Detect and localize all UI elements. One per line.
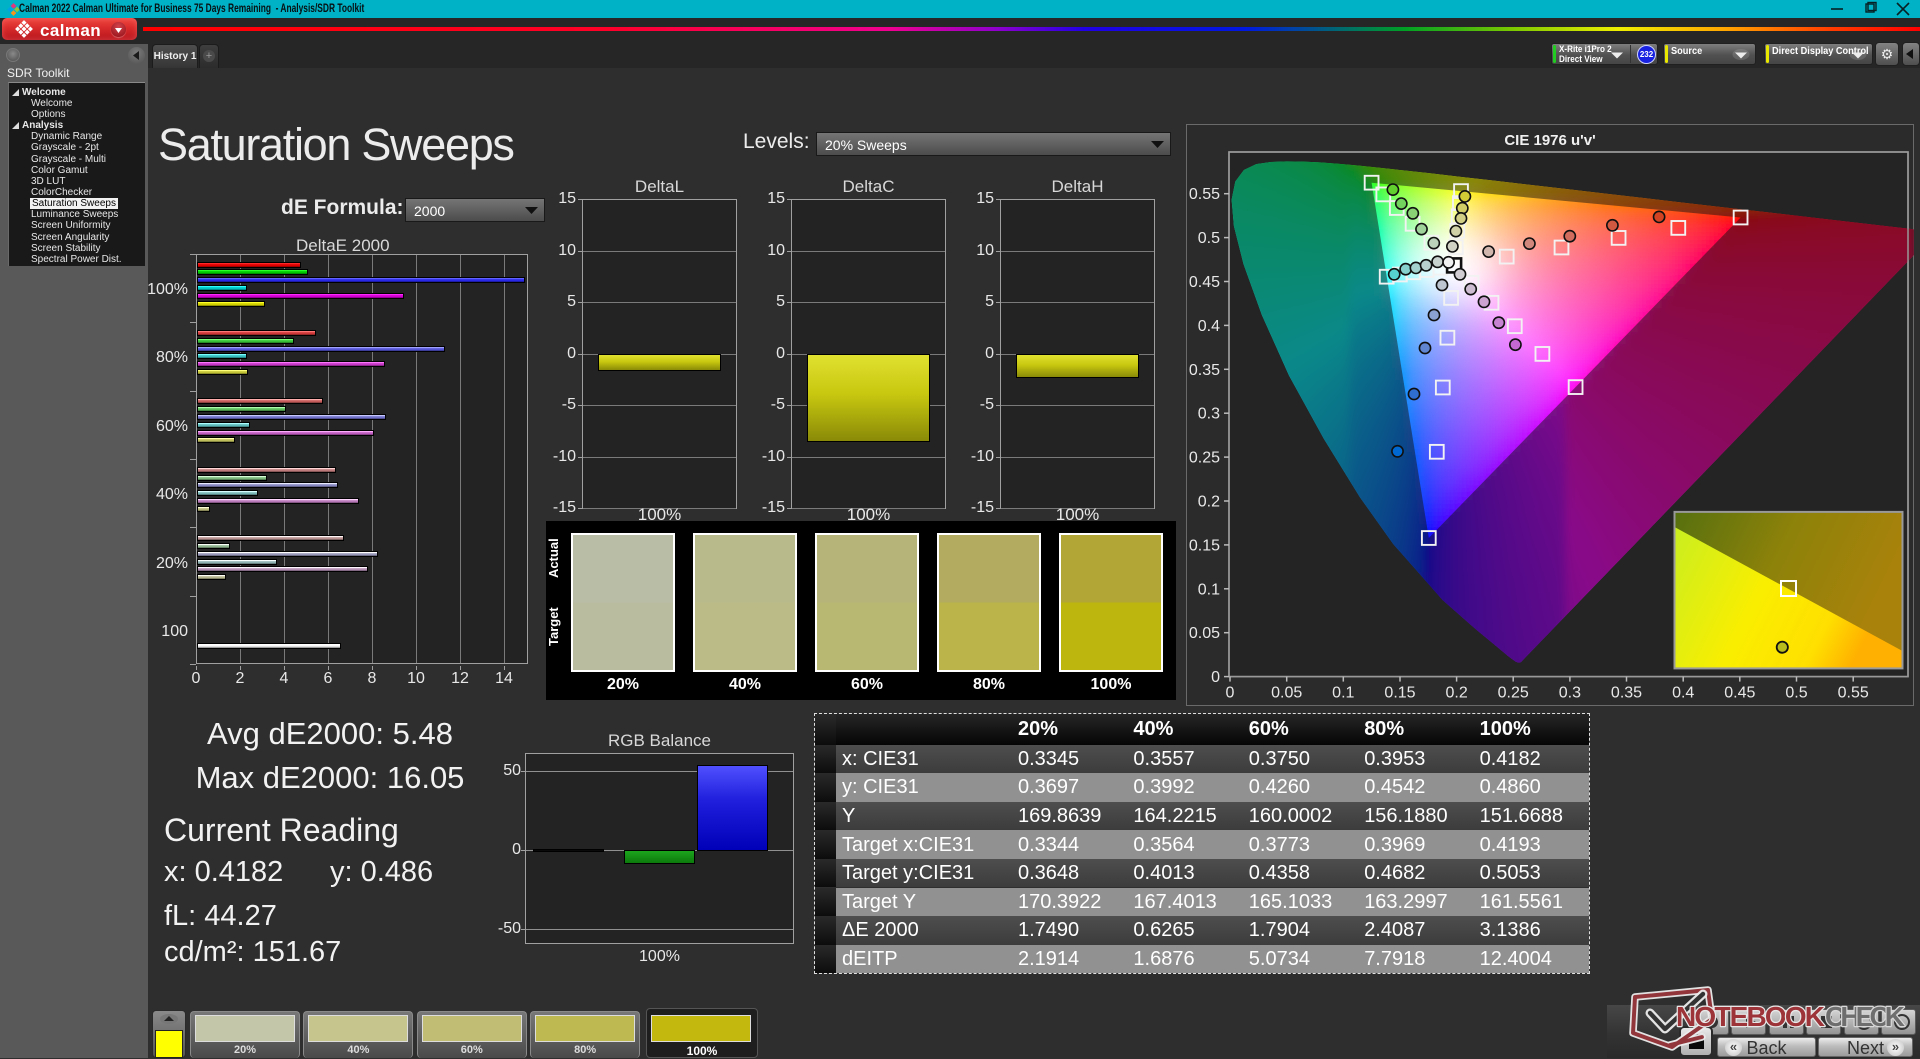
svg-text:0: 0 [1211,669,1220,686]
svg-text:0.45: 0.45 [1724,685,1755,702]
svg-text:0.1: 0.1 [1198,581,1220,598]
svg-text:0.4: 0.4 [1672,685,1694,702]
svg-text:0.1: 0.1 [1332,685,1354,702]
svg-text:0.15: 0.15 [1189,537,1220,554]
svg-text:0.25: 0.25 [1189,450,1220,467]
svg-text:0.05: 0.05 [1271,685,1302,702]
svg-text:0.55: 0.55 [1838,685,1869,702]
svg-text:0.25: 0.25 [1498,685,1529,702]
svg-text:CHECK: CHECK [1825,1001,1905,1032]
svg-text:0.5: 0.5 [1785,685,1807,702]
svg-text:0.55: 0.55 [1189,186,1220,203]
svg-text:0.35: 0.35 [1189,362,1220,379]
svg-text:0.15: 0.15 [1384,685,1415,702]
svg-text:0.4: 0.4 [1198,318,1220,335]
svg-text:0.05: 0.05 [1189,625,1220,642]
svg-text:0.2: 0.2 [1198,494,1220,511]
svg-text:0.45: 0.45 [1189,274,1220,291]
svg-text:0.3: 0.3 [1198,406,1220,423]
svg-text:0.35: 0.35 [1611,685,1642,702]
svg-text:0: 0 [1226,685,1235,702]
svg-text:0.3: 0.3 [1559,685,1581,702]
svg-text:NOTEBOOK: NOTEBOOK [1676,1001,1825,1032]
svg-text:0.5: 0.5 [1198,230,1220,247]
svg-text:0.2: 0.2 [1445,685,1467,702]
